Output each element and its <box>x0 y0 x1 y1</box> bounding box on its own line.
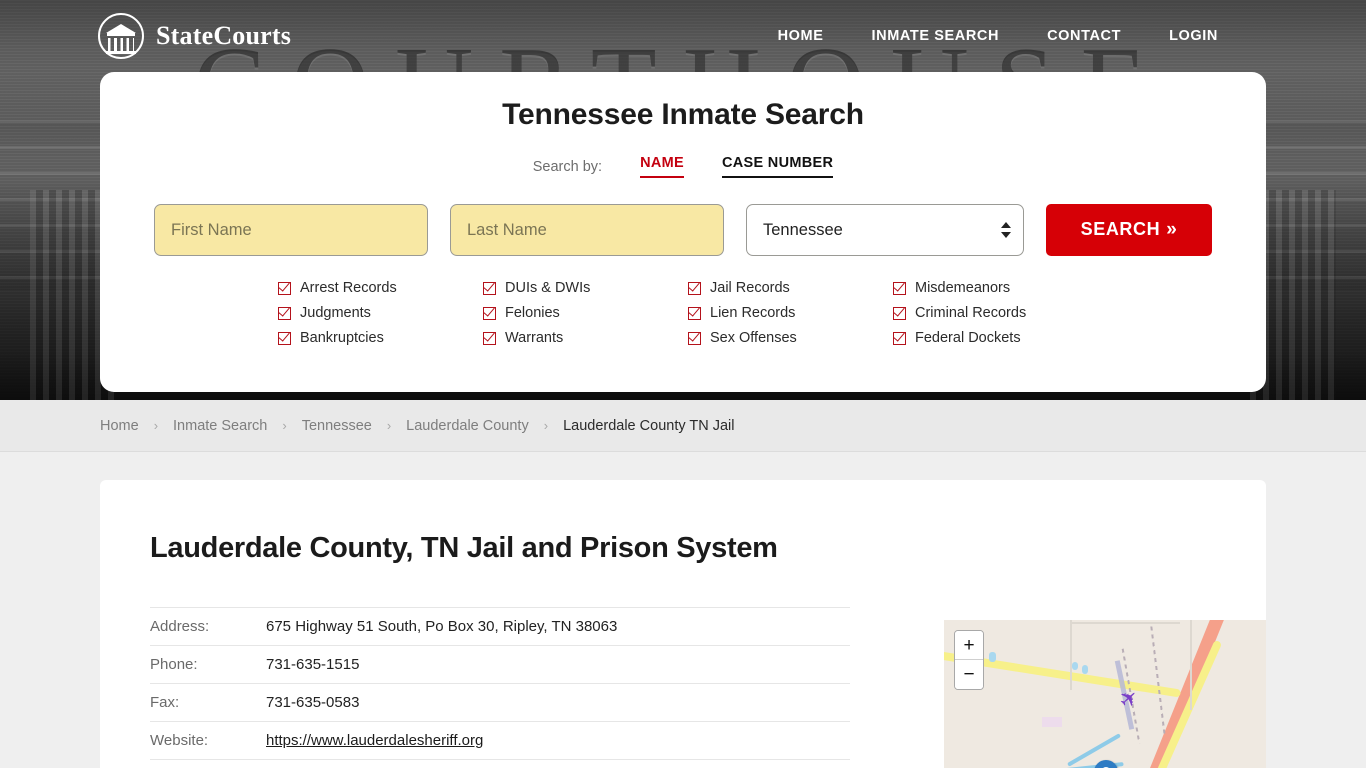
checkbox-checked-icon <box>483 281 496 295</box>
checkbox-label: Sex Offenses <box>710 330 797 346</box>
breadcrumb-item-lauderdale-county[interactable]: Lauderdale County <box>406 418 529 434</box>
checkbox-checked-icon <box>893 331 906 345</box>
checkbox-duis-dwis[interactable]: DUIs & DWIs <box>483 280 688 296</box>
info-label-fax: Fax: <box>150 694 180 711</box>
checkbox-label: Federal Dockets <box>915 330 1021 346</box>
first-name-input[interactable] <box>154 204 428 256</box>
map-minor-road <box>1070 622 1180 624</box>
breadcrumb-item-inmate-search[interactable]: Inmate Search <box>173 418 267 434</box>
info-label-address: Address: <box>150 618 210 635</box>
hero-section: COURTHOUSE StateCourts HOME INMATE SEARC… <box>0 0 1366 400</box>
checkbox-sex-offenses[interactable]: Sex Offenses <box>688 330 893 346</box>
map-minor-road <box>1070 620 1072 690</box>
state-select[interactable]: Tennessee <box>746 204 1024 256</box>
checkbox-warrants[interactable]: Warrants <box>483 330 688 346</box>
main-navigation: HOME INMATE SEARCH CONTACT LOGIN <box>778 28 1218 44</box>
site-header: StateCourts HOME INMATE SEARCH CONTACT L… <box>0 0 1366 72</box>
record-type-checkbox-grid: Arrest Records DUIs & DWIs Jail Records … <box>148 280 1218 346</box>
checkbox-label: Felonies <box>505 305 560 321</box>
checkbox-label: Jail Records <box>710 280 790 296</box>
location-map[interactable]: ✈ + − <box>944 620 1266 768</box>
checkbox-federal-dockets[interactable]: Federal Dockets <box>893 330 1098 346</box>
brand-name: StateCourts <box>156 21 292 50</box>
checkbox-judgments[interactable]: Judgments <box>278 305 483 321</box>
info-label-website: Website: <box>150 732 209 749</box>
breadcrumb-item-home[interactable]: Home <box>100 418 139 434</box>
checkbox-checked-icon <box>483 306 496 320</box>
checkbox-label: DUIs & DWIs <box>505 280 591 296</box>
nav-item-inmate-search[interactable]: INMATE SEARCH <box>872 28 1000 44</box>
checkbox-label: Judgments <box>300 305 371 321</box>
map-zoom-out-button[interactable]: − <box>955 660 983 689</box>
checkbox-checked-icon <box>688 281 701 295</box>
table-row: Address: 675 Highway 51 South, Po Box 30… <box>150 607 850 646</box>
map-zoom-controls: + − <box>954 630 984 690</box>
search-by-row: Search by: NAME CASE NUMBER <box>148 155 1218 178</box>
checkbox-jail-records[interactable]: Jail Records <box>688 280 893 296</box>
checkbox-arrest-records[interactable]: Arrest Records <box>278 280 483 296</box>
courthouse-logo-icon <box>98 13 144 59</box>
double-chevron-right-icon: » <box>1166 219 1178 240</box>
search-card-title: Tennessee Inmate Search <box>502 98 864 131</box>
checkbox-bankruptcies[interactable]: Bankruptcies <box>278 330 483 346</box>
checkbox-label: Bankruptcies <box>300 330 384 346</box>
checkbox-label: Arrest Records <box>300 280 397 296</box>
checkbox-label: Warrants <box>505 330 564 346</box>
checkbox-misdemeanors[interactable]: Misdemeanors <box>893 280 1098 296</box>
tab-case-number[interactable]: CASE NUMBER <box>721 155 834 178</box>
checkbox-checked-icon <box>278 331 291 345</box>
chevron-right-icon: › <box>386 418 392 433</box>
nav-item-login[interactable]: LOGIN <box>1169 28 1218 44</box>
map-water-body <box>989 652 996 662</box>
checkbox-lien-records[interactable]: Lien Records <box>688 305 893 321</box>
chevron-right-icon: › <box>153 418 159 433</box>
map-zoom-in-button[interactable]: + <box>955 631 983 660</box>
facility-info-table: Address: 675 Highway 51 South, Po Box 30… <box>150 607 850 760</box>
inmate-search-card: Tennessee Inmate Search Search by: NAME … <box>100 72 1266 392</box>
info-value-phone: 731-635-1515 <box>266 656 360 673</box>
breadcrumb: Home › Inmate Search › Tennessee › Laude… <box>0 400 1366 452</box>
chevron-right-icon: › <box>543 418 549 433</box>
checkbox-criminal-records[interactable]: Criminal Records <box>893 305 1098 321</box>
content-area: Lauderdale County, TN Jail and Prison Sy… <box>0 452 1366 768</box>
table-row: Phone: 731-635-1515 <box>150 646 850 684</box>
nav-item-contact[interactable]: CONTACT <box>1047 28 1121 44</box>
checkbox-checked-icon <box>483 331 496 345</box>
map-trail <box>1150 626 1166 736</box>
website-link[interactable]: https://www.lauderdalesheriff.org <box>266 732 483 749</box>
map-water-body <box>1082 665 1088 674</box>
breadcrumb-item-tennessee[interactable]: Tennessee <box>302 418 372 434</box>
checkbox-checked-icon <box>278 281 291 295</box>
checkbox-label: Misdemeanors <box>915 280 1011 296</box>
page-title: Lauderdale County, TN Jail and Prison Sy… <box>150 532 778 564</box>
table-row: Website: https://www.lauderdalesheriff.o… <box>150 722 850 760</box>
facility-detail-card: Lauderdale County, TN Jail and Prison Sy… <box>100 480 1266 768</box>
search-by-label: Search by: <box>532 159 603 175</box>
checkbox-checked-icon <box>688 331 701 345</box>
breadcrumb-item-current: Lauderdale County TN Jail <box>563 417 735 434</box>
checkbox-checked-icon <box>893 306 906 320</box>
search-fields-row: Tennessee SEARCH» <box>148 204 1218 256</box>
checkbox-label: Criminal Records <box>915 305 1027 321</box>
info-label-phone: Phone: <box>150 656 198 673</box>
search-button[interactable]: SEARCH» <box>1046 204 1212 256</box>
info-value-fax: 731-635-0583 <box>266 694 360 711</box>
tab-name[interactable]: NAME <box>640 155 684 178</box>
checkbox-felonies[interactable]: Felonies <box>483 305 688 321</box>
brand-logo[interactable]: StateCourts <box>98 13 291 59</box>
checkbox-checked-icon <box>893 281 906 295</box>
info-value-address: 675 Highway 51 South, Po Box 30, Ripley,… <box>266 618 618 635</box>
map-building-block <box>1042 717 1062 727</box>
state-select-wrapper[interactable]: Tennessee <box>746 204 1024 256</box>
checkbox-label: Lien Records <box>710 305 796 321</box>
last-name-input[interactable] <box>450 204 724 256</box>
table-row: Fax: 731-635-0583 <box>150 684 850 722</box>
map-water-body <box>1072 662 1078 670</box>
map-minor-road <box>1190 620 1192 710</box>
checkbox-checked-icon <box>688 306 701 320</box>
search-button-label: SEARCH <box>1080 219 1161 239</box>
checkbox-checked-icon <box>278 306 291 320</box>
chevron-right-icon: › <box>282 418 287 433</box>
nav-item-home[interactable]: HOME <box>778 28 824 44</box>
